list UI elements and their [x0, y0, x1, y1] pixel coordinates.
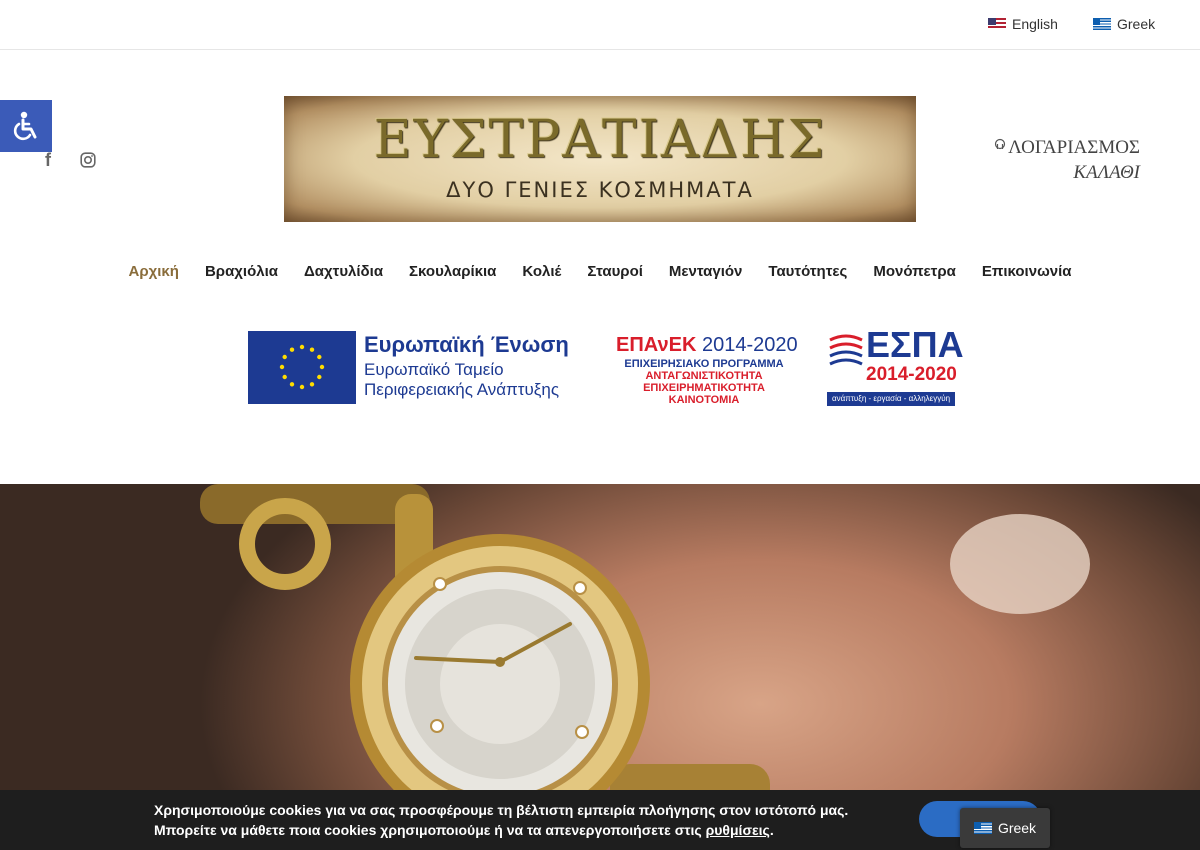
- language-bar: English Greek: [0, 0, 1200, 50]
- epanek-line-2: ΑΝΤΑΓΩΝΙΣΤΙΚΟΤΗΤΑ: [645, 370, 763, 382]
- nav-item-rings[interactable]: Δαχτυλίδια: [304, 263, 383, 280]
- facebook-icon[interactable]: f: [45, 150, 51, 171]
- cookie-line-1: Χρησιμοποιούμε cookies για να σας προσφέ…: [154, 802, 849, 818]
- greece-flag-icon: [973, 822, 992, 834]
- espa-stripes-icon: [829, 334, 863, 366]
- language-english-label: English: [1012, 16, 1058, 32]
- floating-language-label: Greek: [997, 820, 1037, 836]
- eu-title: Ευρωπαϊκή Ένωση: [364, 332, 569, 357]
- language-english[interactable]: English: [988, 16, 1058, 32]
- accessibility-icon: [13, 111, 37, 141]
- nav-item-contact[interactable]: Επικοινωνία: [982, 263, 1072, 280]
- nav-item-crosses[interactable]: Σταυροί: [587, 263, 643, 280]
- accessibility-button[interactable]: [0, 100, 52, 152]
- main-navigation: Αρχική Βραχιόλια Δαχτυλίδια Σκουλαρίκια Κολι…: [0, 263, 1200, 280]
- epanek-program: ΕΠΙΧΕΙΡΗΣΙΑΚΟ ΠΡΟΓΡΑΜΜΑ ΑΝΤΑΓΩΝΙΣΤΙΚΟΤΗΤ…: [616, 358, 792, 406]
- eu-line-1: Ευρωπαϊκό Ταμείο: [364, 360, 504, 379]
- greece-flag-icon: [1093, 18, 1111, 30]
- epanek-name: ΕΠΑνΕΚ: [616, 334, 697, 356]
- nav-item-id-bracelets[interactable]: Ταυτότητες: [768, 263, 847, 280]
- account-link[interactable]: ΛΟΓΑΡΙΑΣΜΟΣ: [992, 137, 1140, 158]
- epanek-years: 2014-2020: [701, 334, 798, 356]
- us-flag-icon: [988, 18, 1006, 30]
- account-label: ΛΟΓΑΡΙΑΣΜΟΣ: [1008, 137, 1140, 158]
- epanek-title: ΕΠΑνΕΚ 2014-2020: [616, 334, 798, 357]
- logo-title: ΕΥΣΤΡΑΤΙΑΔΗΣ: [373, 110, 827, 170]
- site-logo[interactable]: ΕΥΣΤΡΑΤΙΑΔΗΣ ΔΥΟ ΓΕΝΙΕΣ ΚΟΣΜΗΜΑΤΑ: [284, 96, 916, 222]
- eu-fund-text: Ευρωπαϊκό Ταμείο Περιφερειακής Ανάπτυξης: [364, 360, 559, 400]
- nav-item-solitaires[interactable]: Μονόπετρα: [873, 263, 956, 280]
- account-area: ΛΟΓΑΡΙΑΣΜΟΣ ΚΑΛΑΘΙ: [992, 135, 1140, 185]
- espa-tagline: ανάπτυξη - εργασία - αλληλεγγύη: [827, 392, 955, 406]
- nav-item-earrings[interactable]: Σκουλαρίκια: [409, 263, 496, 280]
- eu-line-2: Περιφερειακής Ανάπτυξης: [364, 380, 560, 399]
- epanek-line-1: ΕΠΙΧΕΙΡΗΣΙΑΚΟ ΠΡΟΓΡΑΜΜΑ: [624, 358, 784, 370]
- cookie-message: Χρησιμοποιούμε cookies για να σας προσφέ…: [154, 800, 848, 840]
- cookie-line-2: Μπορείτε να μάθετε ποια cookies χρησιμοπ…: [154, 820, 848, 840]
- epanek-line-4: ΚΑΙΝΟΤΟΜΙΑ: [668, 394, 740, 406]
- nav-item-necklaces[interactable]: Κολιέ: [522, 263, 561, 280]
- nav-item-home[interactable]: Αρχική: [129, 263, 179, 280]
- language-greek-label: Greek: [1117, 16, 1156, 32]
- eu-flag-icon: [248, 331, 356, 404]
- cookie-line-2-end: .: [769, 822, 774, 838]
- cookie-settings-link[interactable]: ρυθμίσεις: [706, 822, 770, 838]
- eu-funding-banner[interactable]: Ευρωπαϊκή Ένωση Ευρωπαϊκό Ταμείο Περιφερ…: [246, 324, 964, 414]
- user-icon: [995, 138, 1006, 150]
- nav-item-bracelets[interactable]: Βραχιόλια: [205, 263, 278, 280]
- epanek-line-3: ΕΠΙΧΕΙΡΗΜΑΤΙΚΟΤΗΤΑ: [643, 382, 765, 394]
- cookie-line-2-text: Μπορείτε να μάθετε ποια cookies χρησιμοπ…: [154, 822, 706, 838]
- espa-years: 2014-2020: [866, 364, 957, 385]
- floating-language-switcher[interactable]: Greek: [960, 808, 1050, 848]
- instagram-icon[interactable]: [80, 152, 96, 173]
- nav-item-pendants[interactable]: Μενταγιόν: [669, 263, 742, 280]
- cart-link[interactable]: ΚΑΛΑΘΙ: [992, 160, 1140, 185]
- logo-subtitle: ΔΥΟ ΓΕΝΙΕΣ ΚΟΣΜΗΜΑΤΑ: [446, 178, 754, 202]
- language-greek[interactable]: Greek: [1093, 16, 1155, 32]
- espa-title: ΕΣΠΑ: [866, 324, 964, 365]
